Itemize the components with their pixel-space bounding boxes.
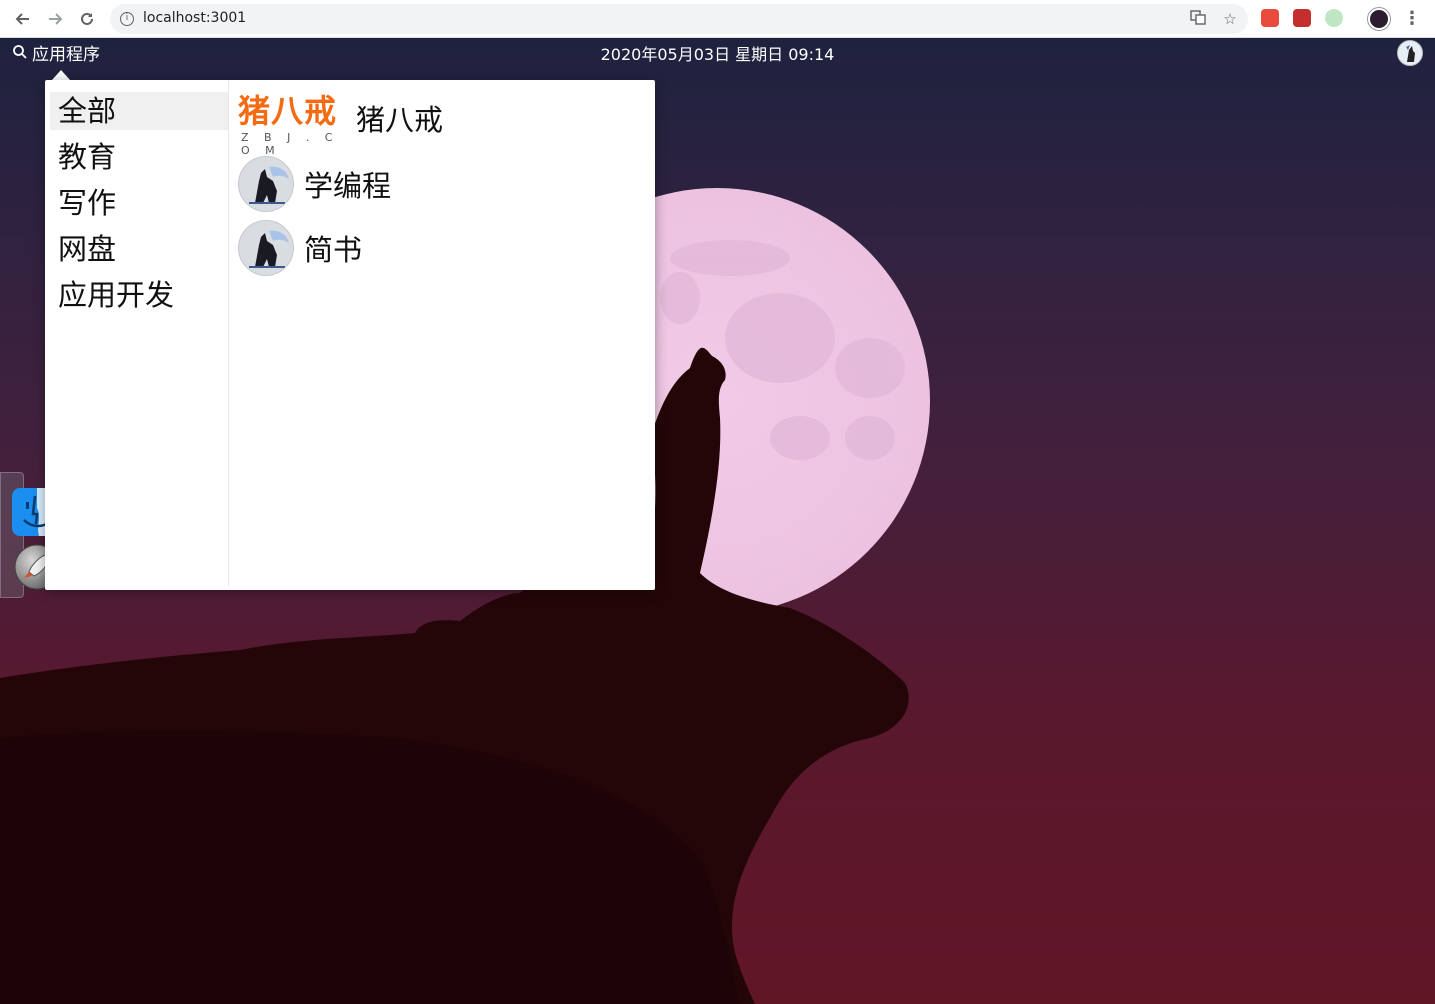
app-name: 学编程 (304, 169, 392, 203)
translate-icon[interactable] (1188, 9, 1208, 29)
category-list: 全部 教育 写作 网盘 应用开发 (45, 80, 229, 586)
desktop: 应用程序 2020年05月03日 星期日 09:14 全部 教育 写作 网盘 应… (0, 38, 1435, 1004)
app-name: 猪八戒 (356, 103, 444, 137)
browser-menu-icon[interactable]: ⋮ (1402, 8, 1422, 30)
clock: 2020年05月03日 星期日 09:14 (600, 45, 835, 64)
app-item-zbj[interactable]: 猪八戒 Z B J . C O M 猪八戒 (238, 90, 444, 157)
address-bar[interactable]: i localhost:3001 ☆ (110, 4, 1248, 34)
category-all[interactable]: 全部 (50, 92, 228, 130)
menu-popup-arrow (52, 70, 70, 80)
url-text[interactable]: localhost:3001 (143, 10, 246, 26)
user-avatar-icon[interactable] (1397, 40, 1423, 66)
applications-menu-panel: 全部 教育 写作 网盘 应用开发 猪八戒 Z B J . C O M 猪八戒 学… (45, 80, 655, 590)
wolf-avatar-icon (238, 220, 294, 276)
extension-red-app-icon[interactable] (1293, 9, 1311, 27)
forward-arrow-icon[interactable] (43, 7, 67, 31)
profile-avatar-icon[interactable] (1368, 8, 1390, 30)
site-info-icon[interactable]: i (120, 12, 134, 26)
app-item-learn-programming[interactable]: 学编程 (238, 156, 391, 212)
app-name: 简书 (304, 233, 363, 267)
category-writing[interactable]: 写作 (45, 184, 228, 222)
reload-icon[interactable] (75, 7, 99, 31)
extension-green-icon[interactable] (1325, 9, 1343, 27)
category-app-development[interactable]: 应用开发 (45, 276, 228, 314)
category-cloud-drive[interactable]: 网盘 (45, 230, 228, 268)
back-arrow-icon[interactable] (11, 7, 35, 31)
browser-toolbar: i localhost:3001 ☆ ⋮ (0, 0, 1435, 38)
app-item-jianshu[interactable]: 简书 (238, 220, 362, 276)
zbj-logo: 猪八戒 Z B J . C O M (238, 92, 339, 157)
desktop-top-bar: 应用程序 2020年05月03日 星期日 09:14 (0, 38, 1435, 66)
category-education[interactable]: 教育 (45, 138, 228, 176)
bookmark-star-icon[interactable]: ☆ (1220, 9, 1240, 29)
wolf-avatar-icon (238, 156, 294, 212)
extension-red-cube-icon[interactable] (1261, 9, 1279, 27)
